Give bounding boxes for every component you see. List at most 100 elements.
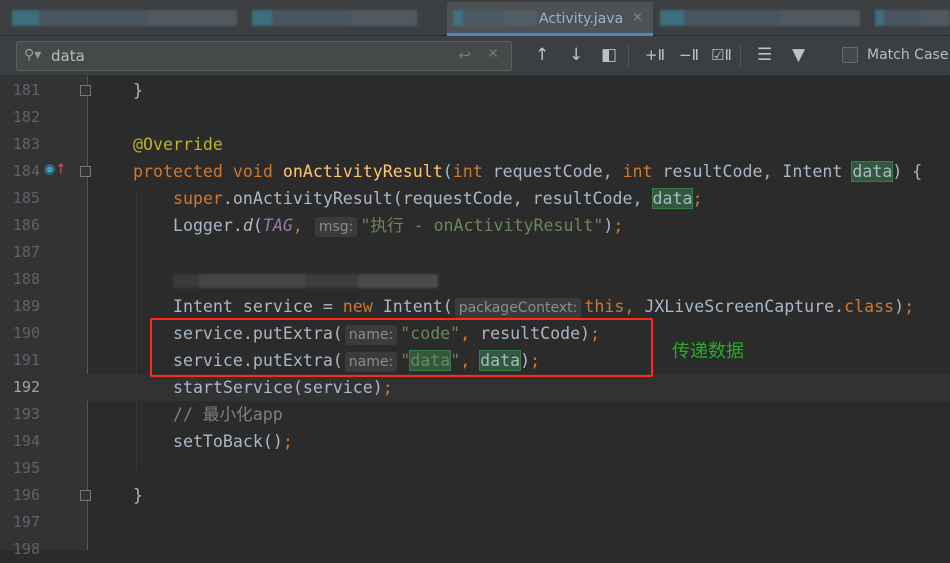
code-line[interactable]: } <box>133 77 143 104</box>
code-token: ; <box>282 432 293 451</box>
code-token: Logger. <box>133 216 243 235</box>
code-token: ( <box>442 162 453 181</box>
code-token: ; <box>692 189 703 208</box>
code-token: onActivityResult <box>282 162 443 181</box>
line-number: 195 <box>12 459 40 477</box>
annotation-text: 传递数据 <box>672 341 744 362</box>
previous-occurrence-icon[interactable]: ↑ <box>535 45 549 65</box>
blurred-tab[interactable] <box>875 10 950 26</box>
line-number: 189 <box>12 297 40 315</box>
code-line[interactable]: protected void onActivityResult(int requ… <box>133 158 922 185</box>
editor-tabs: Activity.java × <box>0 0 950 36</box>
code-line[interactable]: Logger.d(TAG, msg: "执行 - onActivityResult… <box>133 212 623 241</box>
divider <box>628 44 629 68</box>
code-token: class <box>844 297 895 316</box>
select-all-icon[interactable]: ◧ <box>601 45 617 65</box>
filter-icon[interactable]: ▼ <box>792 45 805 65</box>
blurred-code <box>172 273 438 288</box>
search-input[interactable] <box>51 46 431 66</box>
match-case-checkbox[interactable] <box>842 47 858 63</box>
code-token: int <box>622 162 663 181</box>
annotation-box <box>150 318 653 377</box>
code-token: ( <box>252 216 263 235</box>
blurred-tab[interactable] <box>660 10 860 26</box>
line-number: 191 <box>12 351 40 369</box>
code-token: ) { <box>892 162 923 181</box>
next-occurrence-icon[interactable]: ↓ <box>569 45 583 65</box>
code-token: this, <box>584 297 645 316</box>
parameter-hint: packageContext: <box>454 298 582 318</box>
code-token: Intent( <box>382 297 453 316</box>
code-token: "执行 - onActivityResult" <box>360 216 604 235</box>
find-bar: ⚲▾ ↩ ✕ ↑ ↓ ◧ +Ⅱ −Ⅱ ☑Ⅱ ☰ ▼ Match Case <box>0 36 950 76</box>
code-line[interactable] <box>133 266 438 293</box>
code-token: @Override <box>133 135 223 154</box>
line-number: 183 <box>12 135 40 153</box>
code-token: d <box>242 216 253 235</box>
line-number: 196 <box>12 486 40 504</box>
line-number: 187 <box>12 243 40 261</box>
search-match: data <box>651 188 694 209</box>
line-number: 182 <box>12 108 40 126</box>
code-token: startService(service) <box>133 378 383 397</box>
clear-icon[interactable]: ✕ <box>487 46 499 62</box>
code-token: TAG <box>262 216 293 235</box>
code-token: ; <box>613 216 624 235</box>
code-token: .onActivityResult(requestCode, resultCod… <box>222 189 653 208</box>
code-token: , <box>292 216 313 235</box>
line-number: 186 <box>12 216 40 234</box>
search-field[interactable]: ⚲▾ ↩ ✕ <box>16 41 512 71</box>
toggle-selection-icon[interactable]: ☑Ⅱ <box>711 45 732 65</box>
code-line[interactable]: super.onActivityResult(requestCode, resu… <box>133 185 702 212</box>
regex-history-icon[interactable]: ↩ <box>458 46 471 64</box>
code-token: JXLiveScreenCapture. <box>644 297 845 316</box>
blurred-tab[interactable] <box>12 10 237 26</box>
code-line[interactable]: startService(service); <box>133 374 393 401</box>
fold-marker-icon[interactable] <box>80 85 91 96</box>
code-token: new <box>342 297 383 316</box>
code-token: ) <box>894 297 905 316</box>
code-token: int <box>452 162 493 181</box>
code-token: requestCode, <box>492 162 623 181</box>
line-number: 197 <box>12 513 40 531</box>
code-token: ; <box>904 297 915 316</box>
filter-lines-icon[interactable]: ☰ <box>757 45 772 65</box>
line-number: 181 <box>12 81 40 99</box>
remove-selection-icon[interactable]: −Ⅱ <box>679 45 699 65</box>
divider <box>740 44 741 68</box>
line-number: 194 <box>12 432 40 450</box>
override-method-icon[interactable]: ◉↑ <box>44 162 66 177</box>
fold-marker-icon[interactable] <box>80 166 91 177</box>
code-token: } <box>133 486 143 505</box>
code-token: // 最小化app <box>133 405 283 424</box>
line-number: 192 <box>12 378 40 396</box>
blurred-tab[interactable] <box>252 10 417 26</box>
tab-label: Activity.java <box>539 11 624 27</box>
code-token: } <box>133 81 143 100</box>
parameter-hint: msg: <box>314 217 358 237</box>
code-token: resultCode, Intent <box>662 162 853 181</box>
close-icon[interactable]: × <box>632 10 643 25</box>
code-token: setToBack() <box>133 432 283 451</box>
code-token: ) <box>603 216 614 235</box>
add-selection-icon[interactable]: +Ⅱ <box>645 45 665 65</box>
code-token: protected void <box>133 162 283 181</box>
line-number: 185 <box>12 189 40 207</box>
blurred-tab-prefix <box>453 10 537 26</box>
line-number: 188 <box>12 270 40 288</box>
line-number: 193 <box>12 405 40 423</box>
code-line[interactable]: // 最小化app <box>133 401 283 428</box>
tab-activity-java[interactable]: Activity.java × <box>447 2 653 36</box>
code-line[interactable]: @Override <box>133 131 223 158</box>
line-number: 184 <box>12 162 40 180</box>
fold-marker-icon[interactable] <box>80 490 91 501</box>
match-case-label[interactable]: Match Case <box>867 47 948 63</box>
code-line[interactable]: } <box>133 482 143 509</box>
code-token: Intent service = <box>133 297 343 316</box>
code-line[interactable]: setToBack(); <box>133 428 293 455</box>
search-icon[interactable]: ⚲▾ <box>24 47 41 63</box>
code-token: ; <box>382 378 393 397</box>
code-token: super <box>172 189 223 208</box>
